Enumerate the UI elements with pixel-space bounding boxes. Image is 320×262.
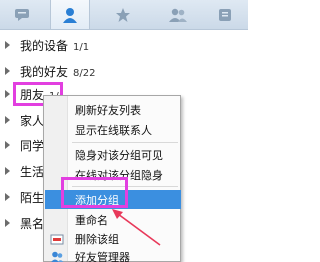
annotation-arrow-icon [112,209,161,246]
